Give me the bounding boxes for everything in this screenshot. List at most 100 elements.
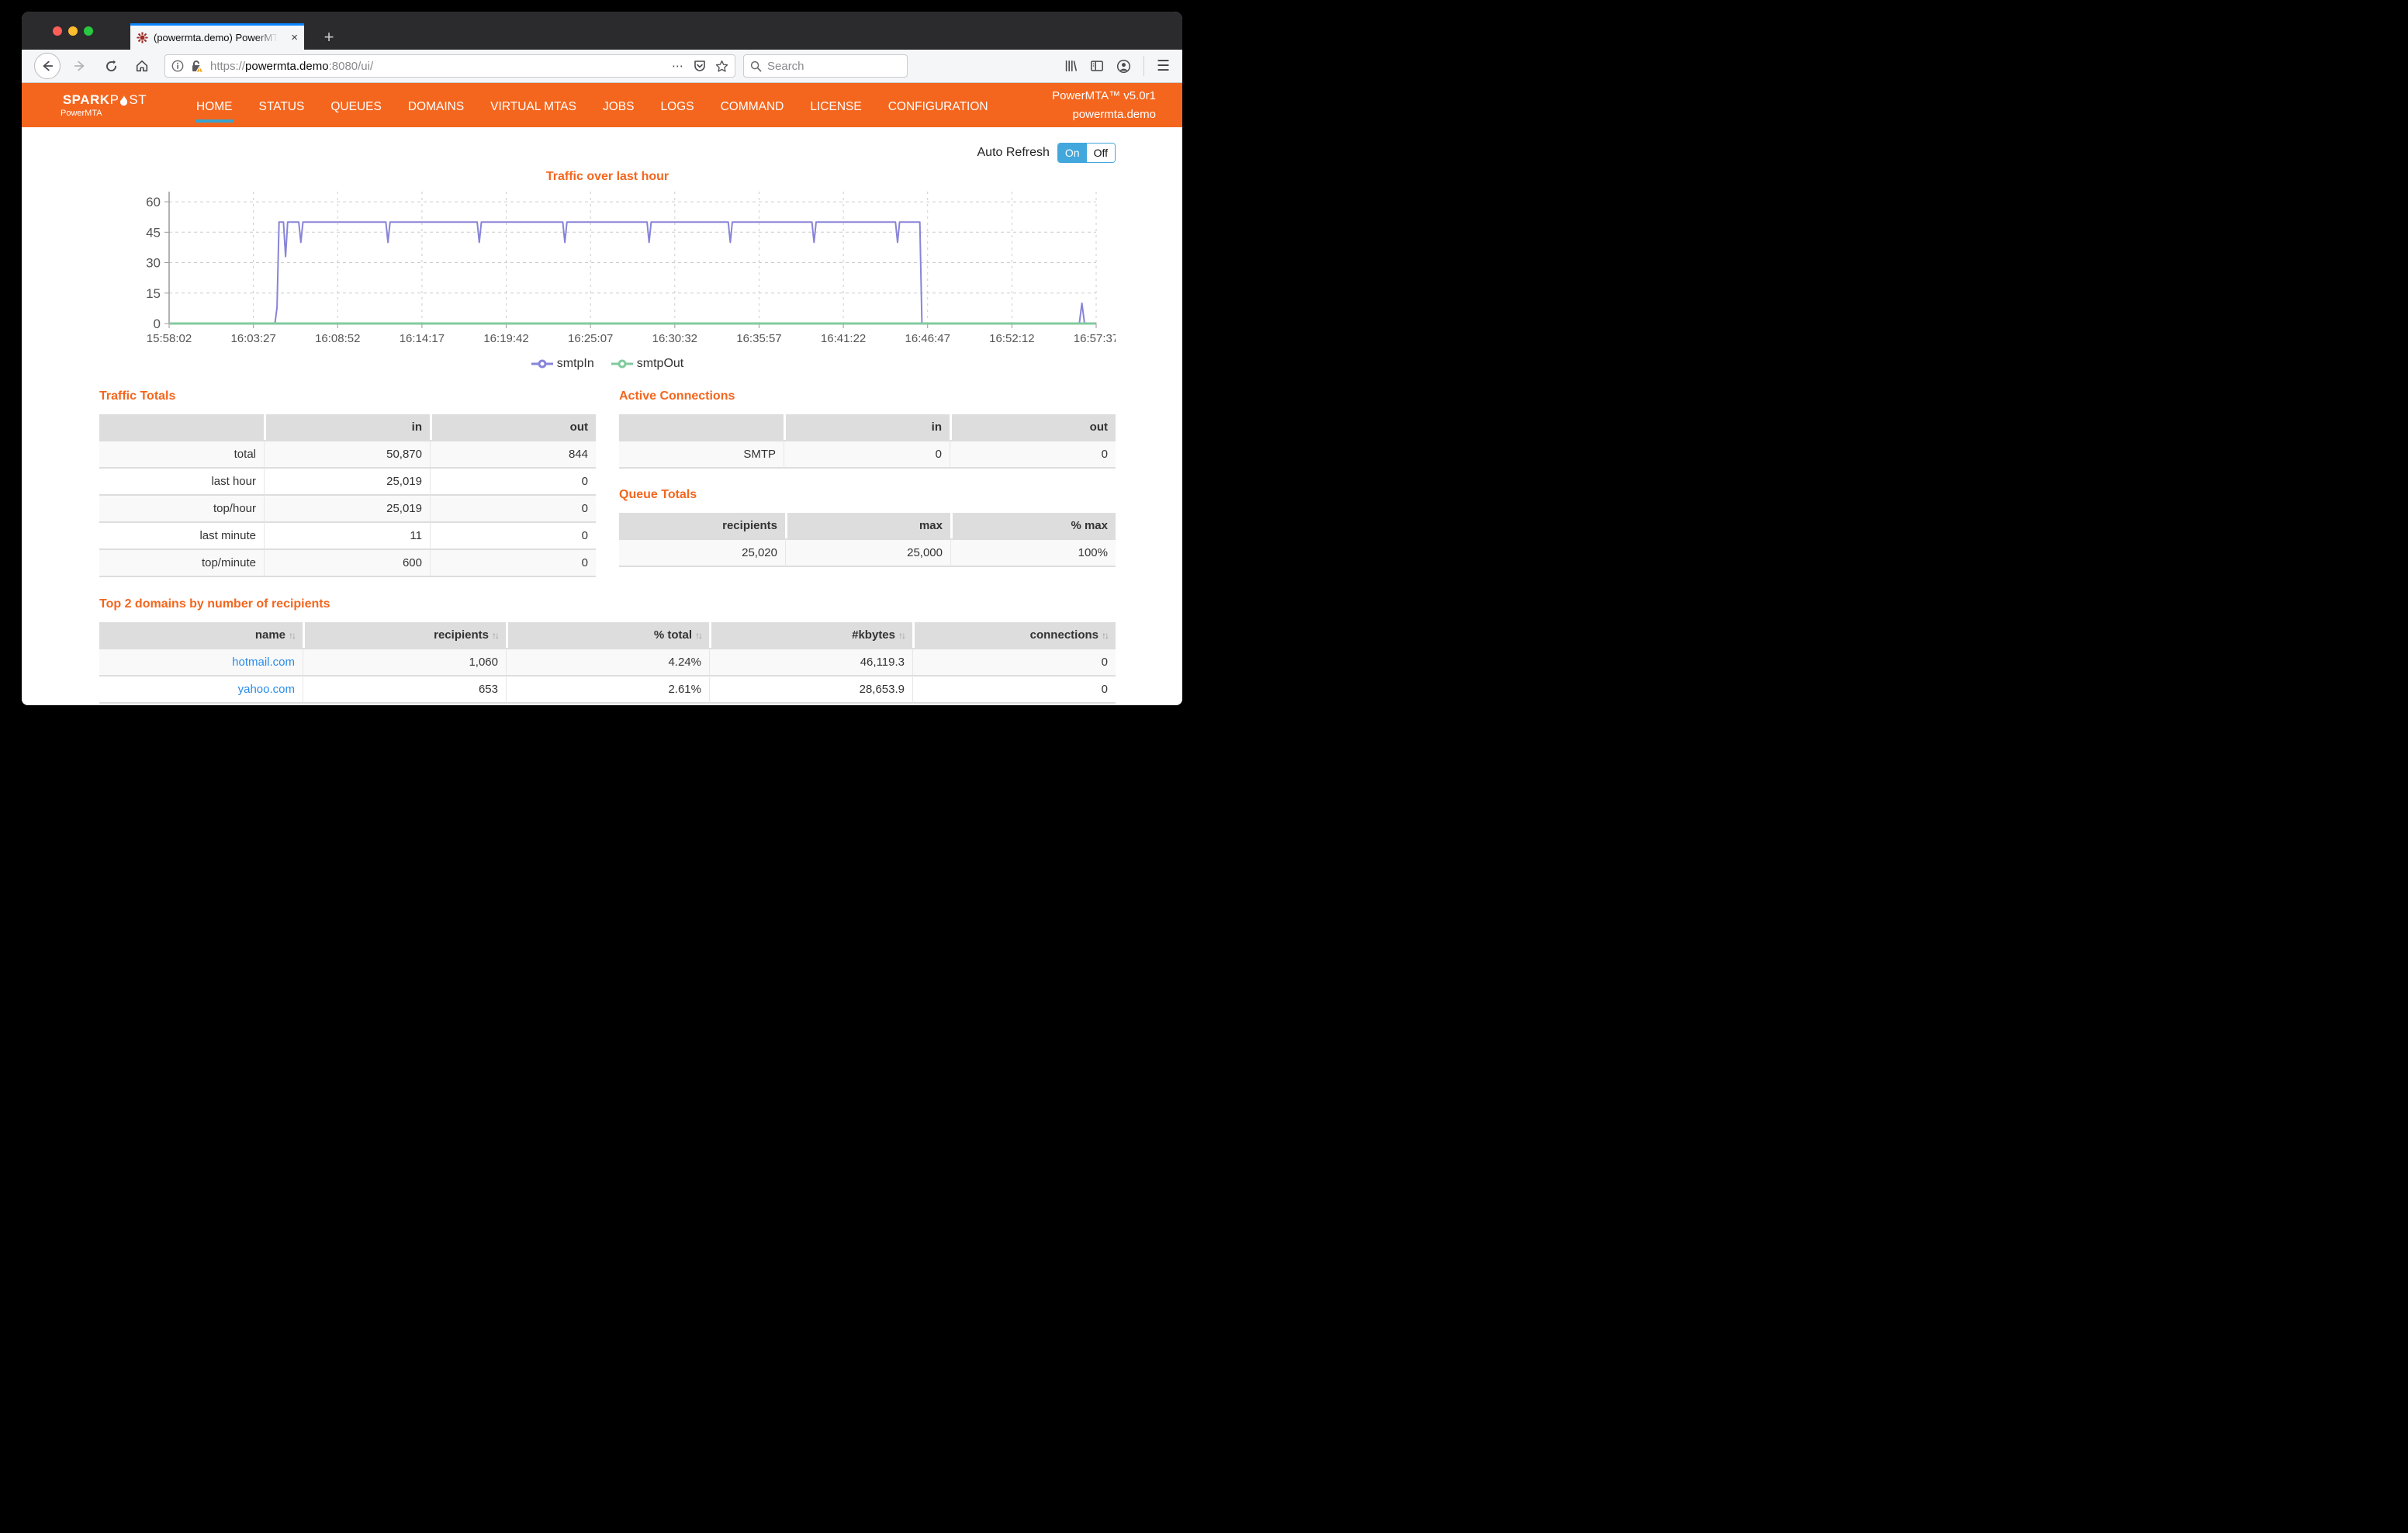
- zoom-window-button[interactable]: [84, 26, 93, 36]
- active-connections-table: inoutSMTP00: [619, 414, 1116, 469]
- table-cell: 2.61%: [506, 675, 709, 704]
- table-cell: 50,870: [264, 440, 430, 467]
- search-bar[interactable]: Search: [743, 54, 908, 78]
- table-row: last hour25,0190: [99, 467, 596, 494]
- library-icon[interactable]: [1064, 59, 1078, 73]
- forward-button[interactable]: [68, 54, 92, 78]
- table-cell: 28,653.9: [709, 675, 912, 704]
- url-host: powermta.demo: [245, 60, 329, 73]
- pocket-icon[interactable]: [694, 60, 706, 72]
- sort-arrows-icon[interactable]: ↑↓: [1102, 630, 1108, 641]
- menu-icon[interactable]: ☰: [1157, 57, 1170, 75]
- product-version: PowerMTA™ v5.0r1: [1052, 87, 1156, 105]
- domain-link[interactable]: hotmail.com: [232, 656, 295, 669]
- tab-close-icon[interactable]: ×: [291, 32, 298, 43]
- insecure-lock-icon[interactable]: [190, 60, 204, 73]
- powermta-favicon-icon: [137, 32, 148, 43]
- svg-text:16:41:22: 16:41:22: [821, 332, 866, 345]
- column-header-blank: [619, 414, 784, 440]
- table-cell: top/hour: [99, 494, 264, 521]
- bookmark-star-icon[interactable]: [715, 60, 728, 73]
- svg-text:16:08:52: 16:08:52: [315, 332, 360, 345]
- column-header-connections[interactable]: connections↑↓: [912, 622, 1116, 648]
- search-icon: [750, 61, 762, 72]
- svg-text:30: 30: [146, 256, 161, 271]
- legend-label: smtpIn: [557, 357, 594, 371]
- title-bar: (powermta.demo) PowerMTA W × +: [22, 12, 1182, 50]
- nav-item-home[interactable]: HOME: [195, 93, 234, 123]
- column-header-recipients[interactable]: recipients↑↓: [303, 622, 506, 648]
- nav-item-logs[interactable]: LOGS: [659, 93, 694, 123]
- table-cell: 844: [430, 440, 596, 467]
- sort-arrows-icon[interactable]: ↑↓: [492, 630, 498, 641]
- page-actions-icon[interactable]: ⋯: [672, 59, 684, 73]
- new-tab-button[interactable]: +: [318, 27, 340, 47]
- column-header-in: in: [784, 414, 950, 440]
- back-button[interactable]: [34, 53, 61, 79]
- column-header--total[interactable]: % total↑↓: [506, 622, 709, 648]
- page-info-icon[interactable]: [171, 60, 184, 72]
- home-icon: [135, 59, 149, 73]
- svg-text:16:52:12: 16:52:12: [989, 332, 1034, 345]
- svg-text:16:19:42: 16:19:42: [483, 332, 528, 345]
- nav-item-virtual-mtas[interactable]: VIRTUAL MTAS: [490, 93, 577, 123]
- svg-text:60: 60: [146, 195, 161, 209]
- sidebar-icon[interactable]: [1090, 59, 1104, 73]
- nav-item-domains[interactable]: DOMAINS: [407, 93, 465, 123]
- table-cell: yahoo.com: [99, 675, 303, 704]
- svg-text:16:25:07: 16:25:07: [568, 332, 613, 345]
- section-title-traffic-totals: Traffic Totals: [99, 389, 596, 403]
- logo-subtitle: PowerMTA: [47, 109, 163, 118]
- nav-item-license[interactable]: LICENSE: [809, 93, 862, 123]
- column-header-name[interactable]: name↑↓: [99, 622, 303, 648]
- domain-link[interactable]: yahoo.com: [238, 683, 295, 696]
- sort-arrows-icon[interactable]: ↑↓: [289, 630, 295, 641]
- window-controls: [53, 26, 93, 36]
- logo-part2: P: [110, 92, 119, 108]
- account-icon[interactable]: [1116, 59, 1131, 74]
- table-cell: last hour: [99, 467, 264, 494]
- page-content: Auto Refresh On Off Traffic over last ho…: [22, 127, 1182, 705]
- table-cell: last minute: [99, 521, 264, 548]
- table-row: 25,02025,000100%: [619, 538, 1116, 567]
- table-cell: 46,119.3: [709, 648, 912, 675]
- nav-item-jobs[interactable]: JOBS: [602, 93, 635, 123]
- sparkpost-logo: SPARKPST PowerMTA: [47, 92, 163, 118]
- url-bar[interactable]: https://powermta.demo:8080/ui/ ⋯: [164, 54, 735, 78]
- table-row: hotmail.com1,0604.24%46,119.30: [99, 648, 1116, 675]
- section-title-active-connections: Active Connections: [619, 389, 1116, 403]
- table-cell: 100%: [950, 538, 1116, 567]
- svg-text:16:46:47: 16:46:47: [905, 332, 950, 345]
- sort-arrows-icon[interactable]: ↑↓: [898, 630, 905, 641]
- browser-tab[interactable]: (powermta.demo) PowerMTA W ×: [130, 23, 304, 50]
- auto-refresh-off-button[interactable]: Off: [1087, 144, 1115, 162]
- table-cell: SMTP: [619, 440, 784, 469]
- nav-item-command[interactable]: COMMAND: [720, 93, 785, 123]
- auto-refresh-on-button[interactable]: On: [1058, 144, 1087, 162]
- url-path: :8080/ui/: [329, 60, 374, 73]
- chart-legend: smtpIn smtpOut: [99, 357, 1116, 371]
- close-window-button[interactable]: [53, 26, 62, 36]
- table-row: yahoo.com6532.61%28,653.90: [99, 675, 1116, 704]
- traffic-totals-table: inouttotal50,870844last hour25,0190top/h…: [99, 414, 596, 577]
- minimize-window-button[interactable]: [68, 26, 78, 36]
- nav-item-status[interactable]: STATUS: [258, 93, 306, 123]
- nav-item-queues[interactable]: QUEUES: [330, 93, 382, 123]
- section-title-top-domains: Top 2 domains by number of recipients: [99, 597, 1116, 611]
- home-button[interactable]: [130, 54, 154, 78]
- sort-arrows-icon[interactable]: ↑↓: [695, 630, 701, 641]
- table-row: top/minute6000: [99, 548, 596, 577]
- table-cell: 0: [430, 467, 596, 494]
- logo-part1: SPARK: [63, 92, 110, 108]
- table-cell: 25,019: [264, 467, 430, 494]
- legend-label: smtpOut: [637, 357, 683, 371]
- reload-button[interactable]: [99, 54, 123, 78]
- nav-item-configuration[interactable]: CONFIGURATION: [887, 93, 989, 123]
- column-header--kbytes[interactable]: #kbytes↑↓: [709, 622, 912, 648]
- table-cell: 11: [264, 521, 430, 548]
- url-text[interactable]: https://powermta.demo:8080/ui/: [210, 60, 666, 73]
- svg-text:15: 15: [146, 286, 161, 301]
- table-cell: 0: [430, 521, 596, 548]
- reload-icon: [105, 60, 118, 73]
- table-cell: hotmail.com: [99, 648, 303, 675]
